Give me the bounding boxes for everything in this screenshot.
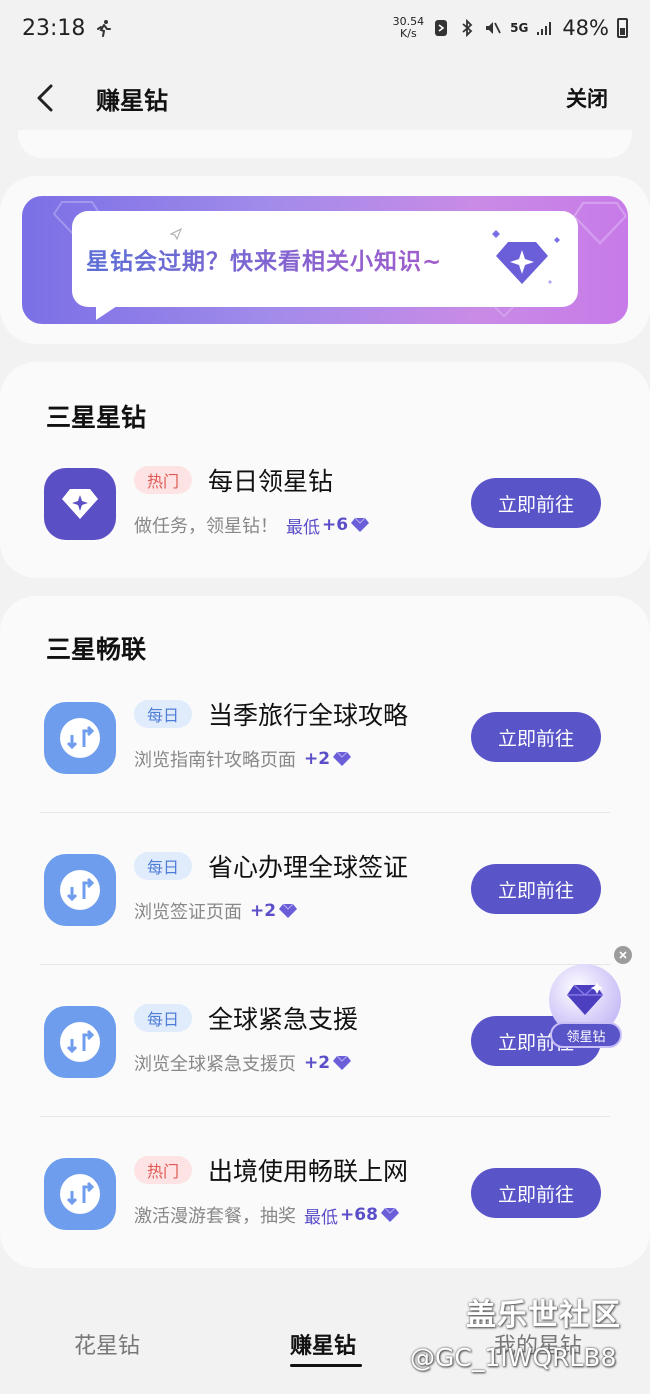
- app-notification-icon: [432, 19, 450, 37]
- app-header: 赚星钻 关闭: [0, 56, 650, 140]
- hot-badge: 热门: [134, 466, 193, 494]
- go-button[interactable]: 立即前往: [471, 478, 601, 528]
- status-bar: 23:18 30.54 K/s 5G 48%: [0, 0, 650, 56]
- status-time: 23:18: [22, 15, 86, 41]
- divider: [40, 812, 610, 813]
- diamond-icon: [567, 983, 603, 1015]
- nav-active-indicator: [290, 1364, 362, 1367]
- reward-amount: +2: [304, 749, 331, 769]
- expiry-tips-banner[interactable]: 星钻会过期？快来看相关小知识~: [22, 196, 628, 324]
- divider: [40, 1116, 610, 1117]
- task-item: 热门 每日领星钻 做任务，领星钻！ 最低 +6 立即前往: [0, 432, 650, 582]
- daily-badge: 每日: [134, 700, 193, 728]
- watermark-site: 盖乐世社区: [466, 1298, 621, 1333]
- close-icon: [619, 951, 627, 959]
- task-name: 当季旅行全球攻略: [208, 701, 409, 730]
- network-type: 5G: [510, 21, 529, 35]
- diamond-icon: [333, 1055, 352, 1070]
- reward-amount: +68: [340, 1205, 378, 1225]
- page-title: 赚星钻: [96, 86, 168, 115]
- task-description: 激活漫游套餐，抽奖 最低 +68: [134, 1202, 400, 1228]
- section-samsung-changlian: 三星畅联 每日 当季旅行全球攻略 浏览指南针攻略页面 +2 立即前往 每日 省心…: [0, 596, 650, 1268]
- changlian-app-icon: [44, 702, 116, 774]
- task-reward: 最低 +6: [286, 513, 370, 538]
- task-desc-text: 浏览签证页面: [134, 902, 242, 923]
- task-reward: +2: [304, 749, 352, 769]
- task-reward: +2: [250, 901, 298, 921]
- reward-prefix: 最低: [286, 517, 320, 538]
- daily-badge: 每日: [134, 1004, 193, 1032]
- net-speed-unit: K/s: [400, 27, 417, 40]
- speech-bubble-tail: [96, 300, 126, 320]
- signal-icon: [536, 19, 554, 37]
- diamond-icon: [279, 903, 298, 918]
- float-label: 领星钻: [550, 1022, 622, 1048]
- task-reward: +2: [304, 1053, 352, 1073]
- go-button[interactable]: 立即前往: [471, 712, 601, 762]
- task-desc-text: 浏览全球紧急支援页: [134, 1054, 296, 1075]
- previous-card-edge: [18, 130, 632, 158]
- divider: [40, 964, 610, 965]
- net-speed: 30.54 K/s: [393, 16, 425, 40]
- task-item: 每日 当季旅行全球攻略 浏览指南针攻略页面 +2 立即前往: [0, 666, 650, 816]
- task-description: 浏览签证页面 +2: [134, 898, 298, 924]
- diamond-decoration-icon: [572, 201, 628, 245]
- reward-amount: +2: [250, 901, 277, 921]
- reward-amount: +2: [304, 1053, 331, 1073]
- task-name: 每日领星钻: [208, 467, 334, 496]
- section-title: 三星星钻: [46, 403, 147, 432]
- diamond-icon: [333, 751, 352, 766]
- changlian-app-icon: [44, 1158, 116, 1230]
- diamond-icon: [380, 1207, 399, 1222]
- back-button[interactable]: [24, 78, 64, 118]
- reward-prefix: 最低: [304, 1207, 338, 1228]
- reward-amount: +6: [322, 515, 349, 535]
- changlian-app-icon: [44, 854, 116, 926]
- banner-card: 星钻会过期？快来看相关小知识~: [0, 176, 650, 344]
- daily-badge: 每日: [134, 852, 193, 880]
- task-description: 做任务，领星钻！ 最低 +6: [134, 512, 370, 538]
- task-desc-text: 做任务，领星钻！: [134, 516, 278, 537]
- watermark-user: @GC_1IWQRLB8: [410, 1343, 617, 1372]
- nav-spend-stars[interactable]: 花星钻: [74, 1328, 140, 1360]
- mute-icon: [484, 19, 502, 37]
- battery-percent: 48%: [562, 16, 609, 40]
- battery-icon: [617, 18, 628, 38]
- close-button[interactable]: 关闭: [566, 83, 608, 113]
- star-gem-app-icon: [44, 468, 116, 540]
- task-reward: 最低 +68: [304, 1203, 400, 1228]
- hot-badge: 热门: [134, 1156, 193, 1184]
- running-icon: [95, 19, 113, 37]
- float-close-button[interactable]: [614, 946, 632, 964]
- task-desc-text: 浏览指南针攻略页面: [134, 750, 296, 771]
- claim-stars-float-widget[interactable]: 领星钻: [544, 944, 634, 1054]
- go-button[interactable]: 立即前往: [471, 1168, 601, 1218]
- section-samsung-stars: 三星星钻 热门 每日领星钻 做任务，领星钻！ 最低 +6 立即前往: [0, 362, 650, 578]
- task-name: 省心办理全球签证: [208, 853, 409, 882]
- diamond-icon: [351, 517, 370, 532]
- task-description: 浏览全球紧急支援页 +2: [134, 1050, 352, 1076]
- chevron-left-icon: [37, 84, 53, 112]
- task-name: 出境使用畅联上网: [208, 1157, 409, 1186]
- bluetooth-icon: [458, 19, 476, 37]
- task-item: 热门 出境使用畅联上网 激活漫游套餐，抽奖 最低 +68 立即前往: [0, 1122, 650, 1272]
- changlian-app-icon: [44, 1006, 116, 1078]
- paper-plane-icon: [170, 228, 182, 240]
- task-name: 全球紧急支援: [208, 1005, 359, 1034]
- task-description: 浏览指南针攻略页面 +2: [134, 746, 352, 772]
- star-gem-icon: [492, 230, 560, 284]
- nav-earn-stars[interactable]: 赚星钻: [290, 1328, 356, 1360]
- task-desc-text: 激活漫游套餐，抽奖: [134, 1206, 296, 1227]
- banner-text: 星钻会过期？快来看相关小知识~: [86, 242, 442, 276]
- go-button[interactable]: 立即前往: [471, 864, 601, 914]
- section-title: 三星畅联: [46, 635, 147, 664]
